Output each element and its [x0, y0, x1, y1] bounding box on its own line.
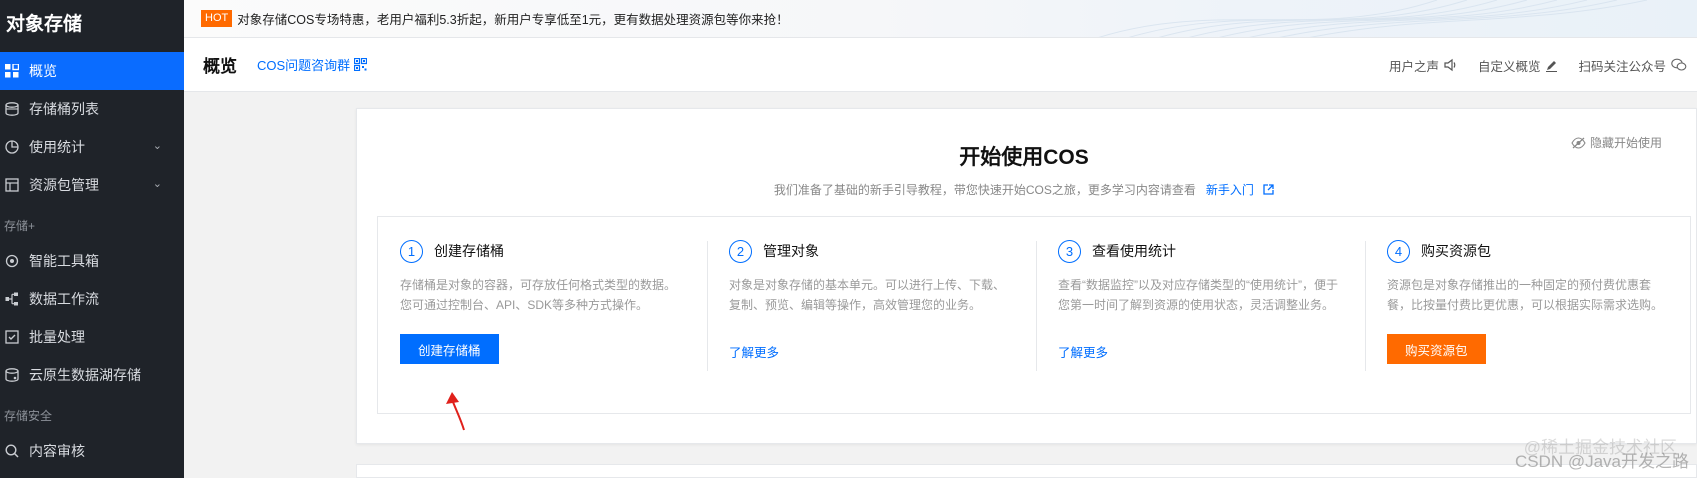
- step-title: 管理对象: [763, 243, 819, 259]
- buy-package-button[interactable]: 购买资源包: [1387, 334, 1486, 364]
- sidebar-item-label: 资源包管理: [29, 177, 99, 193]
- step-description: 存储桶是对象的容器，可存放任何格式类型的数据。您可通过控制台、API、SDK等多…: [400, 278, 677, 312]
- step-number: 2: [729, 239, 752, 263]
- steps-panel: 1 创建存储桶 存储桶是对象的容器，可存放任何格式类型的数据。您可通过控制台、A…: [377, 216, 1691, 414]
- bucket-icon: [4, 101, 20, 117]
- watermark-csdn: CSDN @Java开发之路: [1514, 452, 1689, 471]
- external-link-icon: [1263, 184, 1274, 195]
- sidebar-item-workflow[interactable]: 数据工作流: [0, 280, 184, 318]
- card-title: 开始使用COS: [959, 146, 1089, 169]
- sidebar-item-label: 智能工具箱: [29, 253, 99, 269]
- sidebar-item-bucket-list[interactable]: 存储桶列表: [0, 90, 184, 128]
- sidebar-group-storage-plus: 存储+: [4, 219, 36, 233]
- sidebar-item-data-lake[interactable]: 云原生数据湖存储: [0, 356, 184, 394]
- getting-started-card: 隐藏开始使用 开始使用COS 我们准备了基础的新手引导教程，带您快速开始COS之…: [356, 108, 1697, 444]
- checkbox-icon: [4, 329, 20, 345]
- follow-wechat-label: 扫码关注公众号: [1578, 59, 1666, 74]
- step-number: 4: [1387, 239, 1410, 263]
- wechat-icon: [1671, 58, 1687, 71]
- sidebar-item-label: 批量处理: [29, 329, 85, 345]
- sidebar-item-batch[interactable]: 批量处理: [0, 318, 184, 356]
- step-description: 查看“数据监控”以及对应存储类型的“使用统计”，便于您第一时间了解到资源的使用状…: [1058, 278, 1338, 312]
- beginner-guide-label: 新手入门: [1205, 183, 1254, 197]
- database-icon: [4, 367, 20, 383]
- custom-overview-label: 自定义概览: [1477, 59, 1541, 74]
- grid-icon: [4, 63, 20, 79]
- banner-text[interactable]: 对象存储COS专场特惠，老用户福利5.3折起，新用户专享低至1元，更有数据处理资…: [237, 9, 788, 28]
- sidebar-item-label: 使用统计: [29, 139, 85, 155]
- search-icon: [4, 443, 20, 459]
- user-voice-label: 用户之声: [1388, 59, 1439, 74]
- step-manage-objects: 2 管理对象 对象是对象存储的基本单元。可以进行上传、下载、复制、预览、编辑等操…: [707, 217, 1036, 413]
- sidebar-group-security: 存储安全: [4, 409, 53, 423]
- step-usage-stats: 3 查看使用统计 查看“数据监控”以及对应存储类型的“使用统计”，便于您第一时间…: [1036, 217, 1365, 413]
- beginner-guide-link[interactable]: 新手入门: [1206, 183, 1274, 197]
- step-title: 创建存储桶: [434, 243, 504, 259]
- step-title: 购买资源包: [1421, 243, 1491, 259]
- sidebar-item-label: 云原生数据湖存储: [29, 367, 141, 383]
- page-header: 概览 COS问题咨询群 用户之声 自定义概览 扫码关注公众号: [184, 38, 1697, 92]
- sidebar-item-package-mgmt[interactable]: 资源包管理 ⌄: [0, 166, 184, 204]
- learn-more-link-objects[interactable]: 了解更多: [729, 342, 779, 361]
- toolbox-icon: [4, 253, 20, 269]
- sidebar-item-label: 概览: [29, 63, 57, 79]
- qrcode-icon: [354, 58, 368, 71]
- step-buy-package: 4 购买资源包 资源包是对象存储推出的一种固定的预付费优惠套餐，比按量付费比更优…: [1365, 217, 1694, 413]
- promo-banner[interactable]: HOT 对象存储COS专场特惠，老用户福利5.3折起，新用户专享低至1元，更有数…: [184, 0, 1697, 38]
- sidebar-item-label: 存储桶列表: [29, 101, 99, 117]
- sidebar-item-label: 数据工作流: [29, 291, 99, 307]
- custom-overview-button[interactable]: 自定义概览: [1478, 56, 1559, 75]
- subtitle-text: 我们准备了基础的新手引导教程，带您快速开始COS之旅，更多学习内容请查看: [773, 183, 1196, 197]
- user-voice-button[interactable]: 用户之声: [1389, 56, 1458, 75]
- hot-badge: HOT: [201, 10, 233, 27]
- red-arrow-annotation: [446, 392, 465, 431]
- create-bucket-button[interactable]: 创建存储桶: [400, 334, 499, 364]
- speaker-icon: [1444, 58, 1456, 72]
- header-actions: 用户之声 自定义概览 扫码关注公众号: [1369, 38, 1687, 92]
- sidebar: 对象存储 概览 存储桶列表 使用统计 ⌄ 资源包管理 ⌄ 存储+ 智能工具箱 数…: [0, 0, 184, 478]
- banner-decoration: [1098, 0, 1648, 37]
- step-create-bucket: 1 创建存储桶 存储桶是对象的容器，可存放任何格式类型的数据。您可通过控制台、A…: [378, 217, 707, 413]
- follow-wechat-button[interactable]: 扫码关注公众号: [1578, 56, 1687, 75]
- package-icon: [4, 177, 20, 193]
- sidebar-item-content-review[interactable]: 内容审核: [0, 432, 184, 470]
- next-card-edge: [356, 464, 1697, 478]
- sidebar-title: 对象存储: [6, 14, 83, 35]
- qa-group-link[interactable]: COS问题咨询群: [257, 55, 368, 74]
- step-description: 资源包是对象存储推出的一种固定的预付费优惠套餐，比按量付费比更优惠，可以根据实际…: [1387, 278, 1664, 312]
- learn-more-link-stats[interactable]: 了解更多: [1058, 342, 1108, 361]
- card-subtitle: 我们准备了基础的新手引导教程，带您快速开始COS之旅，更多学习内容请查看 新手入门: [357, 181, 1691, 198]
- step-title: 查看使用统计: [1092, 243, 1176, 259]
- page-title: 概览: [203, 57, 237, 76]
- pencil-icon: [1546, 60, 1558, 72]
- step-number: 1: [400, 239, 423, 263]
- pie-chart-icon: [4, 139, 20, 155]
- qa-group-label: COS问题咨询群: [257, 58, 351, 73]
- sidebar-item-usage-stats[interactable]: 使用统计 ⌄: [0, 128, 184, 166]
- workflow-icon: [4, 291, 20, 307]
- step-description: 对象是对象存储的基本单元。可以进行上传、下载、复制、预览、编辑等操作，高效管理您…: [729, 278, 1006, 312]
- sidebar-item-toolbox[interactable]: 智能工具箱: [0, 242, 184, 280]
- sidebar-item-label: 内容审核: [29, 443, 85, 459]
- step-number: 3: [1058, 239, 1081, 263]
- chevron-down-icon: ⌄: [152, 178, 162, 190]
- sidebar-item-overview[interactable]: 概览: [0, 52, 184, 90]
- chevron-down-icon: ⌄: [152, 140, 162, 152]
